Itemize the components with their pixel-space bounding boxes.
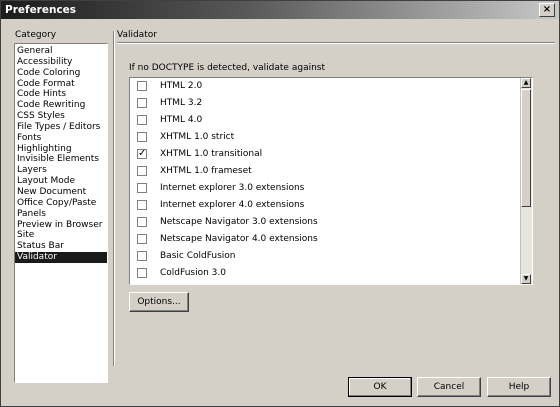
doctype-option[interactable]: HTML 2.0	[130, 78, 532, 95]
checkbox[interactable]	[137, 200, 147, 210]
category-item[interactable]: General	[15, 46, 107, 57]
category-item[interactable]: Validator	[15, 252, 107, 263]
doctype-option[interactable]: HTML 3.2	[130, 95, 532, 112]
checkbox[interactable]	[137, 234, 147, 244]
doctype-option[interactable]: Netscape Navigator 3.0 extensions	[130, 214, 532, 231]
title-bar: Preferences ×	[1, 1, 559, 19]
category-item[interactable]: Office Copy/Paste	[15, 198, 107, 209]
doctype-option[interactable]: Netscape Navigator 4.0 extensions	[130, 231, 532, 248]
checkbox[interactable]	[137, 251, 147, 261]
category-item[interactable]: Preview in Browser	[15, 220, 107, 231]
doctype-option[interactable]: Internet explorer 3.0 extensions	[130, 180, 532, 197]
scroll-up-icon[interactable]: ▲	[521, 78, 531, 88]
checkbox[interactable]	[137, 132, 147, 142]
scroll-down-icon[interactable]: ▼	[521, 274, 531, 284]
close-icon[interactable]: ×	[539, 3, 555, 17]
cancel-button[interactable]: Cancel	[417, 377, 481, 397]
category-item[interactable]: Code Format	[15, 79, 107, 90]
doctype-option-label: XHTML 1.0 frameset	[160, 166, 252, 176]
options-button[interactable]: Options...	[129, 292, 189, 312]
checkbox[interactable]	[137, 115, 147, 125]
category-item[interactable]: Site	[15, 230, 107, 241]
checkbox[interactable]	[137, 268, 147, 278]
doctype-option-label: Internet explorer 4.0 extensions	[160, 200, 305, 210]
category-item[interactable]: Code Coloring	[15, 68, 107, 79]
section-title: Validator	[117, 30, 157, 40]
preferences-dialog: Preferences × Category General Accessibil…	[0, 0, 560, 407]
checkbox[interactable]: ✓	[137, 149, 147, 159]
category-item[interactable]: Highlighting	[15, 144, 107, 155]
doctype-prompt: If no DOCTYPE is detected, validate agai…	[129, 63, 326, 73]
doctype-option[interactable]: Basic ColdFusion	[130, 248, 532, 265]
doctype-option[interactable]: HTML 4.0	[130, 112, 532, 129]
scrollbar[interactable]: ▲ ▼	[520, 78, 532, 284]
scroll-thumb[interactable]	[521, 89, 531, 207]
category-item[interactable]: CSS Styles	[15, 111, 107, 122]
category-item[interactable]: Code Hints	[15, 89, 107, 100]
help-button[interactable]: Help	[487, 377, 551, 397]
checkbox[interactable]	[137, 166, 147, 176]
doctype-option[interactable]: XHTML 1.0 strict	[130, 129, 532, 146]
category-item[interactable]: New Document	[15, 187, 107, 198]
divider-vertical	[113, 31, 115, 366]
category-item[interactable]: Panels	[15, 209, 107, 220]
category-item[interactable]: File Types / Editors	[15, 122, 107, 133]
ok-button[interactable]: OK	[348, 377, 412, 397]
category-item[interactable]: Layout Mode	[15, 176, 107, 187]
section-separator	[117, 42, 555, 44]
category-item[interactable]: Status Bar	[15, 241, 107, 252]
category-label: Category	[15, 30, 57, 40]
category-item[interactable]: Invisible Elements	[15, 154, 107, 165]
category-list[interactable]: General Accessibility Code Coloring Code Fo…	[14, 43, 108, 383]
doctype-option-label: Basic ColdFusion	[160, 251, 236, 261]
doctype-option[interactable]: ✓ XHTML 1.0 transitional	[130, 146, 532, 163]
category-item[interactable]: Accessibility	[15, 57, 107, 68]
category-item[interactable]: Code Rewriting	[15, 100, 107, 111]
doctype-option-label: ColdFusion 3.0	[160, 268, 226, 278]
doctype-option-label: HTML 4.0	[160, 115, 203, 125]
category-item[interactable]: Fonts	[15, 133, 107, 144]
category-item[interactable]: Layers	[15, 165, 107, 176]
doctype-option-label: HTML 3.2	[160, 98, 203, 108]
doctype-option-label: XHTML 1.0 transitional	[160, 149, 263, 159]
doctype-option[interactable]: Internet explorer 4.0 extensions	[130, 197, 532, 214]
doctype-items: HTML 2.0 HTML 3.2 HTML 4.0 XHTML 1.0 strict…	[130, 78, 532, 284]
doctype-option-label: Netscape Navigator 4.0 extensions	[160, 234, 318, 244]
window-title: Preferences	[5, 4, 77, 16]
checkbox[interactable]	[137, 183, 147, 193]
checkbox[interactable]	[137, 98, 147, 108]
doctype-option-label: Netscape Navigator 3.0 extensions	[160, 217, 318, 227]
doctype-option[interactable]: ColdFusion 3.0	[130, 265, 532, 282]
doctype-option-label: XHTML 1.0 strict	[160, 132, 235, 142]
checkbox[interactable]	[137, 217, 147, 227]
doctype-option[interactable]: ColdFusion 3.1	[130, 282, 532, 284]
doctype-option-label: Internet explorer 3.0 extensions	[160, 183, 305, 193]
doctype-option[interactable]: XHTML 1.0 frameset	[130, 163, 532, 180]
checkbox[interactable]	[137, 81, 147, 91]
doctype-list[interactable]: HTML 2.0 HTML 3.2 HTML 4.0 XHTML 1.0 strict…	[129, 77, 533, 285]
doctype-option-label: HTML 2.0	[160, 81, 203, 91]
